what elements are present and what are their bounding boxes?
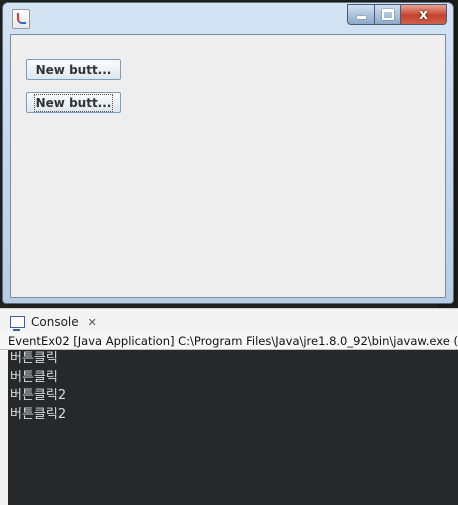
new-button-2-label: New butt... xyxy=(33,94,114,112)
console-view-header: Console ✕ xyxy=(0,308,458,333)
java-app-icon[interactable] xyxy=(12,9,30,29)
minimize-button[interactable] xyxy=(347,4,375,25)
close-icon: x xyxy=(418,6,429,23)
tab-console[interactable]: Console ✕ xyxy=(10,312,97,332)
tab-close-icon[interactable]: ✕ xyxy=(88,316,97,329)
close-button[interactable]: x xyxy=(401,4,447,25)
minimize-icon xyxy=(356,16,366,19)
console-line: 버튼클릭2 xyxy=(10,406,67,422)
console-line: 버튼클릭2 xyxy=(10,388,67,403)
console-lines: 버튼클릭 버튼클릭 버튼클릭2 버튼클릭2 xyxy=(10,350,66,424)
window-controls: x xyxy=(347,4,447,25)
content-pane: New butt... New butt... xyxy=(10,34,446,298)
console-launch-info: EventEx02 [Java Application] C:\Program … xyxy=(0,332,458,350)
maximize-icon xyxy=(381,9,394,20)
console-tab-label: Console xyxy=(31,315,79,329)
console-icon xyxy=(10,316,25,331)
console-line: 버튼클릭 xyxy=(10,369,58,385)
new-button-2[interactable]: New butt... xyxy=(26,92,121,113)
console-output[interactable]: 버튼클릭 버튼클릭 버튼클릭2 버튼클릭2 xyxy=(0,350,458,505)
swing-window: x New butt... New butt... xyxy=(2,2,454,304)
window-titlebar[interactable]: x xyxy=(3,3,453,33)
console-line: 버튼클릭 xyxy=(10,351,58,366)
new-button-1[interactable]: New butt... xyxy=(26,59,121,80)
maximize-button[interactable] xyxy=(375,4,401,25)
